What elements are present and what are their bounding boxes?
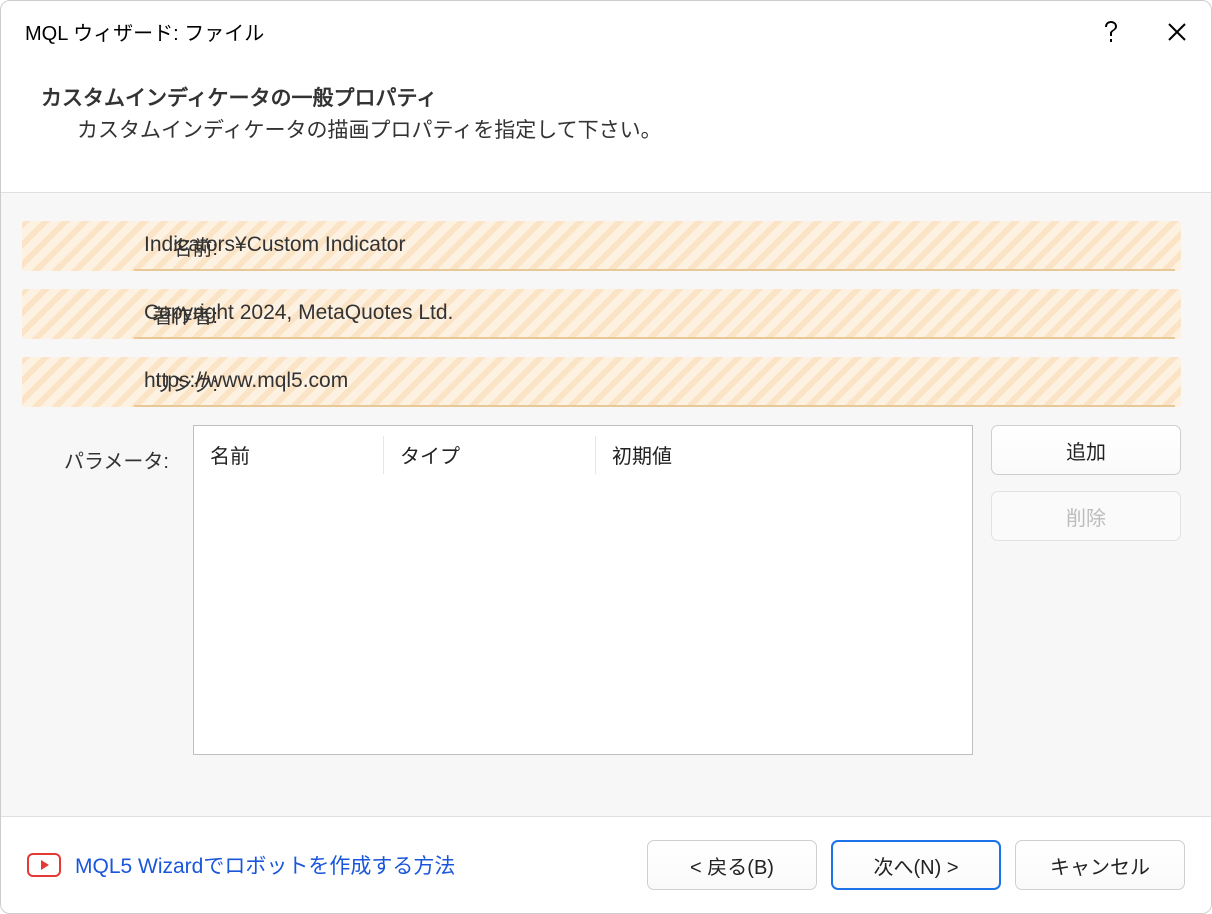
back-button[interactable]: < 戻る(B) [647,840,817,890]
help-video-link[interactable]: MQL5 Wizardでロボットを作成する方法 [75,850,455,880]
author-label: 著作者: [130,289,230,339]
footer-left: MQL5 Wizardでロボットを作成する方法 [27,850,455,880]
window-title: MQL ウィザード: ファイル [25,17,264,46]
params-header-name[interactable]: 名前 [194,436,384,474]
close-button[interactable] [1163,18,1191,46]
wizard-body: 1 名前: 2 著作者: 3 [1,193,1211,817]
titlebar-controls [1097,18,1191,46]
name-input[interactable] [134,221,1175,271]
field-row-name: 1 名前: [83,221,1181,271]
params-header-type[interactable]: タイプ [384,436,596,474]
help-button[interactable] [1097,18,1125,46]
params-header-initial[interactable]: 初期値 [596,436,972,474]
params-label: パラメータ: [31,425,175,474]
footer-right: < 戻る(B) 次へ(N) > キャンセル [647,840,1185,890]
cancel-button[interactable]: キャンセル [1015,840,1185,890]
help-icon [1103,21,1119,43]
field-row-link: 3 リンク: [83,357,1181,407]
header-subtitle: カスタムインディケータの描画プロパティを指定して下さい。 [41,114,1171,144]
author-input[interactable] [134,289,1175,339]
wizard-header: カスタムインディケータの一般プロパティ カスタムインディケータの描画プロパティを… [1,62,1211,193]
next-button[interactable]: 次へ(N) > [831,840,1001,890]
link-label: リンク: [130,357,230,407]
field-row-author: 2 著作者: [83,289,1181,339]
header-title: カスタムインディケータの一般プロパティ [41,82,1171,112]
params-row: パラメータ: 名前 タイプ 初期値 追加 削除 [31,425,1181,755]
wizard-dialog: MQL ウィザード: ファイル カスタムインディケータの一般プロパティ カスタム… [0,0,1212,914]
link-input[interactable] [134,357,1175,407]
params-table-header: 名前 タイプ 初期値 [194,426,972,476]
wizard-footer: MQL5 Wizardでロボットを作成する方法 < 戻る(B) 次へ(N) > … [1,817,1211,913]
params-table[interactable]: 名前 タイプ 初期値 [193,425,973,755]
name-label: 名前: [130,221,230,271]
youtube-icon[interactable] [27,853,61,877]
delete-button: 削除 [991,491,1181,541]
params-side-buttons: 追加 削除 [991,425,1181,541]
close-icon [1167,22,1187,42]
add-button[interactable]: 追加 [991,425,1181,475]
play-triangle-icon [41,860,49,870]
titlebar: MQL ウィザード: ファイル [1,1,1211,62]
